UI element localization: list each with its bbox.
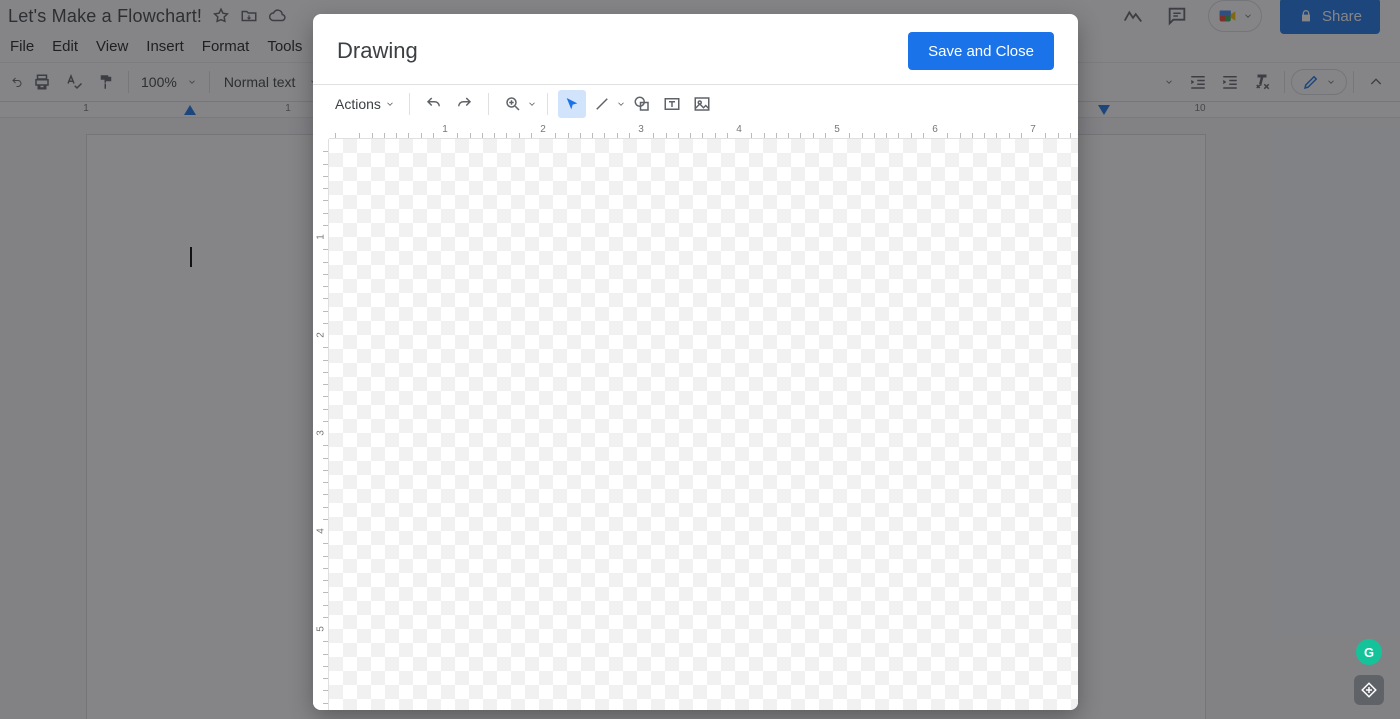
actions-menu[interactable]: Actions xyxy=(335,96,399,112)
chevron-down-icon[interactable] xyxy=(616,99,626,109)
ruler-mark: 2 xyxy=(540,124,546,135)
line-tool-icon[interactable] xyxy=(588,90,616,118)
ruler-mark: 5 xyxy=(834,124,840,135)
ruler-mark: 6 xyxy=(932,124,938,135)
zoom-dropdown[interactable] xyxy=(499,90,527,118)
explore-button[interactable] xyxy=(1354,675,1384,705)
grammarly-badge[interactable]: G xyxy=(1356,639,1382,665)
ruler-mark: 5 xyxy=(316,622,327,636)
ruler-mark: 1 xyxy=(316,230,327,244)
image-tool-icon[interactable] xyxy=(688,90,716,118)
ruler-mark: 4 xyxy=(316,524,327,538)
drawing-horizontal-ruler[interactable]: 1 2 3 4 5 6 7 xyxy=(329,123,1078,139)
google-docs-window: Let's Make a Flowchart! Share xyxy=(0,0,1400,719)
bottom-right-floaters: G xyxy=(1354,639,1384,705)
toolbar-separator xyxy=(547,93,548,115)
undo-icon[interactable] xyxy=(420,90,448,118)
diamond-plus-icon xyxy=(1360,681,1378,699)
redo-icon[interactable] xyxy=(450,90,478,118)
ruler-mark: 4 xyxy=(736,124,742,135)
drawing-canvas[interactable] xyxy=(329,139,1078,710)
textbox-tool-icon[interactable] xyxy=(658,90,686,118)
ruler-mark: 1 xyxy=(442,124,448,135)
drawing-toolbar: Actions xyxy=(313,85,1078,123)
ruler-mark: 3 xyxy=(638,124,644,135)
drawing-canvas-wrap: 1 2 3 4 5 6 7 1 2 3 4 5 xyxy=(313,123,1078,710)
actions-menu-label: Actions xyxy=(335,96,381,112)
ruler-mark: 7 xyxy=(1030,124,1036,135)
save-and-close-button[interactable]: Save and Close xyxy=(908,32,1054,70)
ruler-mark: 2 xyxy=(316,328,327,342)
chevron-down-icon[interactable] xyxy=(527,99,537,109)
chevron-down-icon xyxy=(385,99,395,109)
shape-tool-icon[interactable] xyxy=(628,90,656,118)
grammarly-initial: G xyxy=(1364,645,1374,660)
toolbar-separator xyxy=(409,93,410,115)
ruler-mark: 3 xyxy=(316,426,327,440)
drawing-dialog-header: Drawing Save and Close xyxy=(313,14,1078,84)
toolbar-separator xyxy=(488,93,489,115)
drawing-dialog-title: Drawing xyxy=(337,38,418,64)
drawing-vertical-ruler[interactable]: 1 2 3 4 5 xyxy=(313,139,329,710)
drawing-dialog: Drawing Save and Close Actions xyxy=(313,14,1078,710)
select-tool-icon[interactable] xyxy=(558,90,586,118)
